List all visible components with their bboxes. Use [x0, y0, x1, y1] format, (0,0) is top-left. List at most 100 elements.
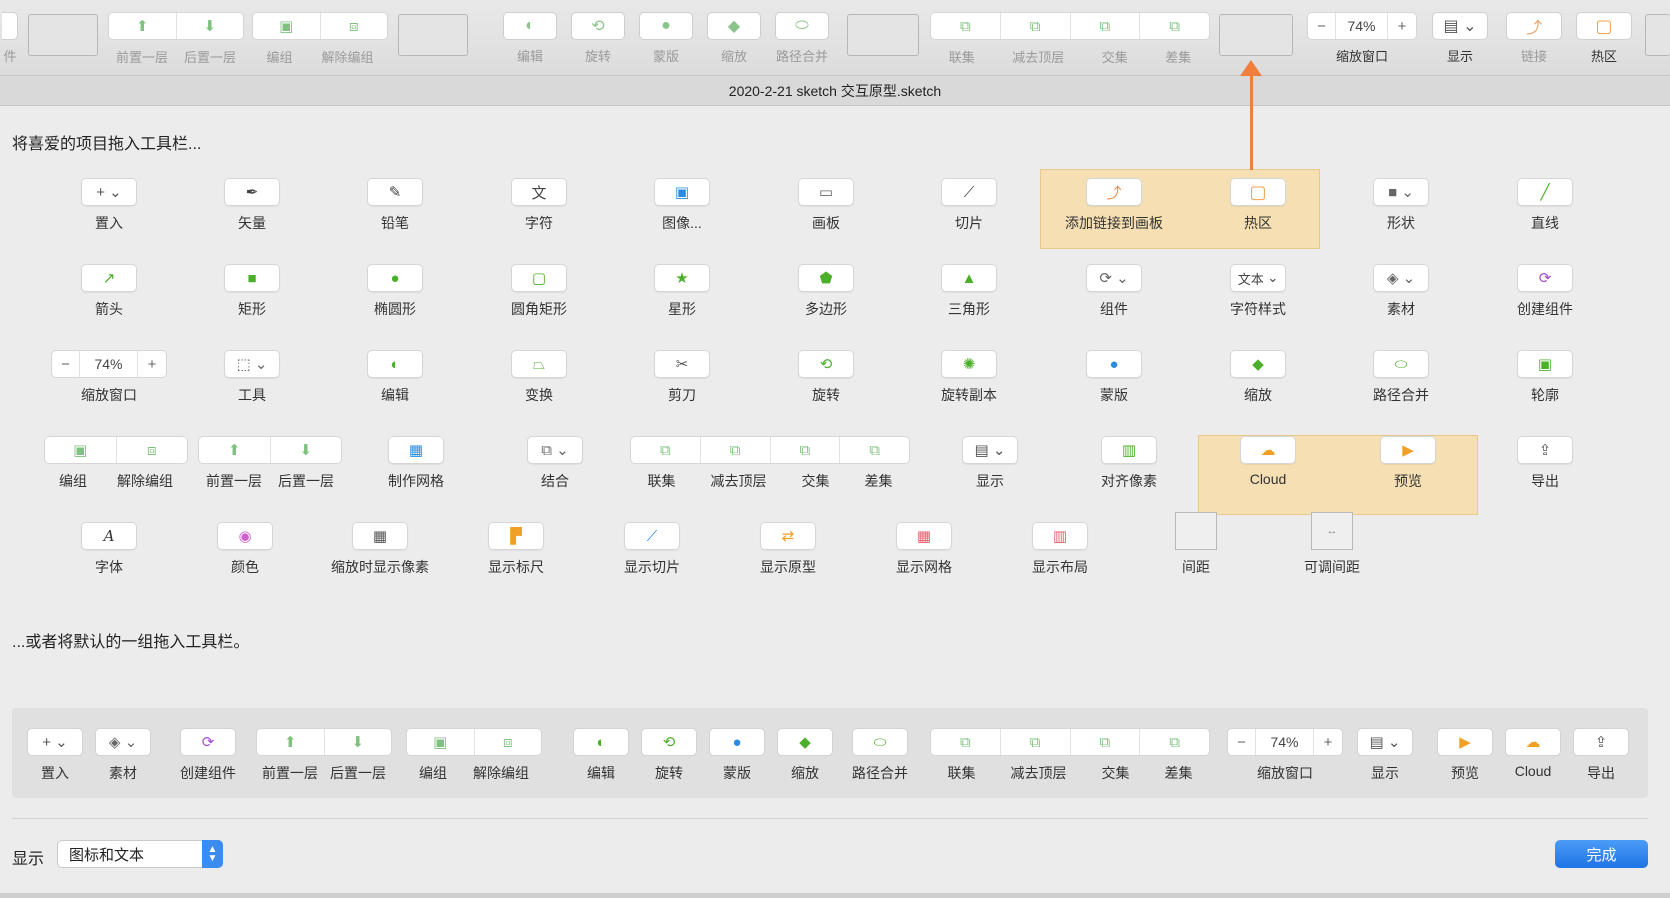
union-icon[interactable]: ⧉ — [631, 437, 701, 463]
toolbar-item-partial[interactable]: 件 — [0, 12, 20, 65]
palette-text-styles[interactable]: 文本 ⌄ 字符样式 — [1218, 264, 1298, 319]
palette-show-pixels[interactable]: ▦ 缩放时显示像素 — [320, 522, 440, 577]
ungroup-icon[interactable]: ⧈ — [321, 13, 388, 39]
palette-make-grid[interactable]: ▦ 制作网格 — [376, 436, 456, 491]
zoom-out-icon[interactable]: − — [1308, 13, 1336, 39]
show-mode-select[interactable]: 图标和文本 ▲ ▼ — [57, 840, 223, 868]
bring-forward-icon[interactable]: ⬆ — [109, 13, 177, 39]
palette-outline[interactable]: ▣ 轮廓 — [1505, 350, 1585, 405]
palette-symbols[interactable]: ⟳ ⌄ 组件 — [1074, 264, 1154, 319]
link-icon: ⤴ — [1086, 178, 1142, 206]
palette-rounded-rectangle[interactable]: ▢ 圆角矩形 — [499, 264, 579, 319]
done-button[interactable]: 完成 — [1555, 840, 1648, 868]
palette-rectangle[interactable]: ■ 矩形 — [212, 264, 292, 319]
palette-flexible-space[interactable]: ↔ 可调间距 — [1292, 512, 1372, 577]
palette-polygon[interactable]: ⬟ 多边形 — [786, 264, 866, 319]
ungroup-icon[interactable]: ⧈ — [117, 437, 188, 463]
rotate-icon: ⟲ — [641, 728, 697, 756]
intersect-icon[interactable]: ⧉ — [1071, 13, 1141, 39]
ruler-icon: ▛ — [488, 522, 544, 550]
palette-star[interactable]: ★ 星形 — [642, 264, 722, 319]
palette-cloud[interactable]: ☁ Cloud — [1228, 436, 1308, 487]
palette-triangle[interactable]: ▲ 三角形 — [929, 264, 1009, 319]
intersect-icon[interactable]: ⧉ — [771, 437, 841, 463]
palette-pencil[interactable]: ✎ 铅笔 — [355, 178, 435, 233]
toolbar-item-flatten[interactable]: ⬭ 路径合并 — [775, 12, 829, 65]
palette-combine[interactable]: ⧉ ⌄ 结合 — [515, 436, 595, 491]
palette-show-rulers[interactable]: ▛ 显示标尺 — [476, 522, 556, 577]
palette-show-layout[interactable]: ▥ 显示布局 — [1020, 522, 1100, 577]
palette-text[interactable]: 文 字符 — [499, 178, 579, 233]
tools-icon: ⬚ ⌄ — [224, 350, 280, 378]
group-icon[interactable]: ▣ — [45, 437, 117, 463]
palette-scissors[interactable]: ✂ 剪刀 — [642, 350, 722, 405]
difference-icon[interactable]: ⧉ — [1140, 13, 1209, 39]
palette-show-slices[interactable]: ⟋ 显示切片 — [612, 522, 692, 577]
slice-knife-icon: ⟋ — [941, 178, 997, 206]
palette-round-to-pixel[interactable]: ▥ 对齐像素 — [1089, 436, 1169, 491]
play-icon: ▶ — [1437, 728, 1493, 756]
send-backward-icon[interactable]: ⬇ — [177, 13, 244, 39]
default-view: ▤ ⌄ 显示 — [1356, 728, 1414, 783]
palette-font[interactable]: A 字体 — [69, 522, 149, 577]
palette-zoom[interactable]: − 74% + 缩放窗口 — [49, 350, 169, 405]
zoom-in-icon[interactable]: + — [1388, 13, 1416, 39]
union-icon[interactable]: ⧉ — [931, 13, 1001, 39]
palette-image[interactable]: ▣ 图像... — [642, 178, 722, 233]
group-icon[interactable]: ▣ — [253, 13, 321, 39]
palette-tools[interactable]: ⬚ ⌄ 工具 — [212, 350, 292, 405]
palette-hotspot[interactable]: ▢ 热区 — [1218, 178, 1298, 233]
window-bottom-edge — [0, 893, 1670, 898]
palette-boolean-ops: ⧉ ⧉ ⧉ ⧉ 联集 减去顶层 交集 差集 — [630, 436, 910, 491]
combine-icon: ⧉ ⌄ — [527, 436, 583, 464]
default-boolean-ops: ⧉ ⧉ ⧉ ⧉ 联集 减去顶层 交集 差集 — [930, 728, 1210, 783]
hotspot-icon: ▢ — [1576, 12, 1632, 40]
toolbar-item-rotate[interactable]: ⟲ 旋转 — [571, 12, 625, 65]
difference-icon[interactable]: ⧉ — [840, 437, 909, 463]
palette-artboard[interactable]: ▭ 画板 — [786, 178, 866, 233]
palette-line[interactable]: ╱ 直线 — [1505, 178, 1585, 233]
toolbar-item-view[interactable]: ▤ ⌄ 显示 — [1432, 12, 1488, 65]
palette-link-to-artboard[interactable]: ⤴ 添加链接到画板 — [1054, 178, 1174, 233]
palette-forward-backward: ⬆ ⬇ 前置一层 后置一层 — [198, 436, 342, 491]
toolbar-item-scale[interactable]: ◆ 缩放 — [707, 12, 761, 65]
palette-mask[interactable]: ● 蒙版 — [1074, 350, 1154, 405]
palette-flatten[interactable]: ⬭ 路径合并 — [1361, 350, 1441, 405]
palette-scale[interactable]: ◆ 缩放 — [1218, 350, 1298, 405]
zoom-value: 74% — [1336, 13, 1388, 39]
subtract-icon[interactable]: ⧉ — [1001, 13, 1071, 39]
link-icon: ⤴ — [1506, 12, 1562, 40]
default-export: ⇪ 导出 — [1572, 728, 1630, 783]
subtract-icon[interactable]: ⧉ — [701, 437, 771, 463]
palette-arrow[interactable]: ↗ 箭头 — [69, 264, 149, 319]
palette-space[interactable]: 间距 — [1156, 512, 1236, 577]
palette-rotate-copies[interactable]: ✺ 旋转副本 — [929, 350, 1009, 405]
palette-create-symbol[interactable]: ⟳ 创建组件 — [1505, 264, 1585, 319]
toolbar-item-hotspot[interactable]: ▢ 热区 — [1576, 12, 1632, 65]
palette-view[interactable]: ▤ ⌄ 显示 — [950, 436, 1030, 491]
palette-insert[interactable]: + ⌄ 置入 — [69, 178, 149, 233]
palette-show-prototyping[interactable]: ⇄ 显示原型 — [748, 522, 828, 577]
palette-edit[interactable]: ◐ 编辑 — [355, 350, 435, 405]
send-backward-icon[interactable]: ⬇ — [271, 437, 342, 463]
default-toolbar-set[interactable]: + ⌄ 置入 ◈ ⌄ 素材 ⟳ 创建组件 ⬆ ⬇ 前置一层 后置一层 ▣ ⧈ 编… — [12, 708, 1648, 798]
palette-assets[interactable]: ◈ ⌄ 素材 — [1361, 264, 1441, 319]
palette-shape[interactable]: ■ ⌄ 形状 — [1361, 178, 1441, 233]
palette-export[interactable]: ⇪ 导出 — [1505, 436, 1585, 491]
palette-show-grid[interactable]: ▦ 显示网格 — [884, 522, 964, 577]
toolbar-item-edit[interactable]: ◐ 编辑 — [503, 12, 557, 65]
toolbar-spacer — [398, 14, 468, 56]
toolbar-item-link[interactable]: ⤴ 链接 — [1506, 12, 1562, 65]
triangle-icon: ▲ — [941, 264, 997, 292]
palette-colors[interactable]: ◉ 颜色 — [205, 522, 285, 577]
bring-forward-icon[interactable]: ⬆ — [199, 437, 271, 463]
palette-transform[interactable]: ⏢ 变换 — [499, 350, 579, 405]
palette-preview[interactable]: ▶ 预览 — [1368, 436, 1448, 491]
palette-slice[interactable]: ⟋ 切片 — [929, 178, 1009, 233]
palette-oval[interactable]: ● 椭圆形 — [355, 264, 435, 319]
palette-rotate[interactable]: ⟲ 旋转 — [786, 350, 866, 405]
rotate-icon: ⟲ — [798, 350, 854, 378]
toolbar-item-mask[interactable]: ● 蒙版 — [639, 12, 693, 65]
create-symbol-icon: ⟳ — [180, 728, 236, 756]
palette-vector[interactable]: ✒ 矢量 — [212, 178, 292, 233]
